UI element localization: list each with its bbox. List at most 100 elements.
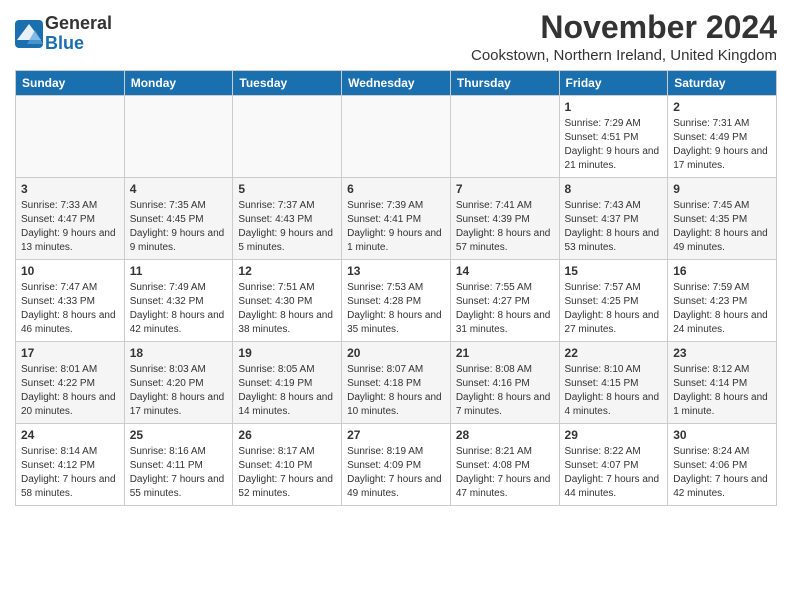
day-number: 23 [673,346,771,360]
calendar-cell [16,96,125,178]
calendar-week-0: 1 Sunrise: 7:29 AM Sunset: 4:51 PM Daylig… [16,96,777,178]
calendar-cell: 16 Sunrise: 7:59 AM Sunset: 4:23 PM Dayli… [668,260,777,342]
calendar-cell: 17 Sunrise: 8:01 AM Sunset: 4:22 PM Dayli… [16,342,125,424]
header-saturday: Saturday [668,71,777,96]
calendar-cell: 27 Sunrise: 8:19 AM Sunset: 4:09 PM Dayli… [342,424,451,506]
day-number: 30 [673,428,771,442]
calendar-cell: 18Sunrise: 8:03 AM Sunset: 4:20 PM Dayli… [124,342,233,424]
logo-blue-text: Blue [45,33,84,53]
day-info: Sunrise: 7:43 AM Sunset: 4:37 PM Dayligh… [565,199,663,255]
day-info: Sunrise: 7:57 AM Sunset: 4:25 PM Dayligh… [565,281,663,337]
day-info: Sunrise: 8:19 AM Sunset: 4:09 PM Dayligh… [347,445,445,501]
day-number: 12 [238,264,336,278]
day-info: Sunrise: 7:49 AM Sunset: 4:32 PM Dayligh… [130,281,228,337]
day-info: Sunrise: 7:35 AM Sunset: 4:45 PM Dayligh… [130,199,228,255]
day-info: Sunrise: 8:22 AM Sunset: 4:07 PM Dayligh… [565,445,663,501]
day-number: 27 [347,428,445,442]
day-number: 22 [565,346,663,360]
page-header: General Blue November 2024 Cookstown, No… [15,10,777,64]
day-number: 8 [565,182,663,196]
calendar-cell: 3 Sunrise: 7:33 AM Sunset: 4:47 PM Daylig… [16,178,125,260]
day-info: Sunrise: 7:55 AM Sunset: 4:27 PM Dayligh… [456,281,554,337]
day-number: 19 [238,346,336,360]
calendar-cell [342,96,451,178]
calendar-header: Sunday Monday Tuesday Wednesday Thursday… [16,71,777,96]
calendar-cell: 20Sunrise: 8:07 AM Sunset: 4:18 PM Dayli… [342,342,451,424]
day-number: 29 [565,428,663,442]
calendar-cell [233,96,342,178]
day-number: 24 [21,428,119,442]
day-number: 7 [456,182,554,196]
day-info: Sunrise: 7:53 AM Sunset: 4:28 PM Dayligh… [347,281,445,337]
day-info: Sunrise: 8:12 AM Sunset: 4:14 PM Dayligh… [673,363,771,419]
location-subtitle: Cookstown, Northern Ireland, United King… [471,47,777,64]
calendar-week-2: 10Sunrise: 7:47 AM Sunset: 4:33 PM Dayli… [16,260,777,342]
day-info: Sunrise: 8:05 AM Sunset: 4:19 PM Dayligh… [238,363,336,419]
calendar-cell: 29 Sunrise: 8:22 AM Sunset: 4:07 PM Dayli… [559,424,668,506]
day-info: Sunrise: 7:45 AM Sunset: 4:35 PM Dayligh… [673,199,771,255]
calendar-cell: 30 Sunrise: 8:24 AM Sunset: 4:06 PM Dayli… [668,424,777,506]
calendar-cell: 2 Sunrise: 7:31 AM Sunset: 4:49 PM Daylig… [668,96,777,178]
day-number: 1 [565,100,663,114]
day-info: Sunrise: 8:10 AM Sunset: 4:15 PM Dayligh… [565,363,663,419]
day-number: 11 [130,264,228,278]
calendar-week-4: 24 Sunrise: 8:14 AM Sunset: 4:12 PM Dayli… [16,424,777,506]
day-number: 16 [673,264,771,278]
day-info: Sunrise: 8:01 AM Sunset: 4:22 PM Dayligh… [21,363,119,419]
day-info: Sunrise: 8:16 AM Sunset: 4:11 PM Dayligh… [130,445,228,501]
day-number: 28 [456,428,554,442]
day-info: Sunrise: 7:33 AM Sunset: 4:47 PM Dayligh… [21,199,119,255]
day-number: 14 [456,264,554,278]
calendar-cell: 15 Sunrise: 7:57 AM Sunset: 4:25 PM Dayli… [559,260,668,342]
day-info: Sunrise: 8:24 AM Sunset: 4:06 PM Dayligh… [673,445,771,501]
logo-general-text: General [45,13,112,33]
day-number: 17 [21,346,119,360]
day-number: 15 [565,264,663,278]
header-thursday: Thursday [450,71,559,96]
day-number: 9 [673,182,771,196]
calendar-cell: 9 Sunrise: 7:45 AM Sunset: 4:35 PM Daylig… [668,178,777,260]
day-info: Sunrise: 7:41 AM Sunset: 4:39 PM Dayligh… [456,199,554,255]
day-info: Sunrise: 8:14 AM Sunset: 4:12 PM Dayligh… [21,445,119,501]
day-number: 13 [347,264,445,278]
day-number: 4 [130,182,228,196]
day-info: Sunrise: 7:31 AM Sunset: 4:49 PM Dayligh… [673,117,771,173]
day-info: Sunrise: 7:29 AM Sunset: 4:51 PM Dayligh… [565,117,663,173]
header-friday: Friday [559,71,668,96]
day-number: 20 [347,346,445,360]
calendar-cell: 5 Sunrise: 7:37 AM Sunset: 4:43 PM Daylig… [233,178,342,260]
calendar-cell: 25Sunrise: 8:16 AM Sunset: 4:11 PM Dayli… [124,424,233,506]
calendar-cell: 4 Sunrise: 7:35 AM Sunset: 4:45 PM Daylig… [124,178,233,260]
calendar-cell: 11 Sunrise: 7:49 AM Sunset: 4:32 PM Dayli… [124,260,233,342]
day-info: Sunrise: 7:37 AM Sunset: 4:43 PM Dayligh… [238,199,336,255]
calendar-cell [124,96,233,178]
logo: General Blue [15,14,112,54]
calendar-cell: 22 Sunrise: 8:10 AM Sunset: 4:15 PM Dayli… [559,342,668,424]
day-number: 2 [673,100,771,114]
calendar-cell: 1 Sunrise: 7:29 AM Sunset: 4:51 PM Daylig… [559,96,668,178]
logo-icon [15,20,43,48]
day-number: 3 [21,182,119,196]
calendar-cell: 26Sunrise: 8:17 AM Sunset: 4:10 PM Dayli… [233,424,342,506]
header-wednesday: Wednesday [342,71,451,96]
day-info: Sunrise: 7:47 AM Sunset: 4:33 PM Dayligh… [21,281,119,337]
calendar-cell: 12 Sunrise: 7:51 AM Sunset: 4:30 PM Dayli… [233,260,342,342]
header-row: Sunday Monday Tuesday Wednesday Thursday… [16,71,777,96]
day-number: 26 [238,428,336,442]
day-info: Sunrise: 8:03 AM Sunset: 4:20 PM Dayligh… [130,363,228,419]
calendar-cell: 8 Sunrise: 7:43 AM Sunset: 4:37 PM Daylig… [559,178,668,260]
day-info: Sunrise: 8:08 AM Sunset: 4:16 PM Dayligh… [456,363,554,419]
day-info: Sunrise: 7:51 AM Sunset: 4:30 PM Dayligh… [238,281,336,337]
header-monday: Monday [124,71,233,96]
title-area: November 2024 Cookstown, Northern Irelan… [471,10,777,64]
calendar-body: 1 Sunrise: 7:29 AM Sunset: 4:51 PM Daylig… [16,96,777,506]
calendar-table: Sunday Monday Tuesday Wednesday Thursday… [15,70,777,506]
day-info: Sunrise: 7:59 AM Sunset: 4:23 PM Dayligh… [673,281,771,337]
calendar-week-1: 3 Sunrise: 7:33 AM Sunset: 4:47 PM Daylig… [16,178,777,260]
day-info: Sunrise: 7:39 AM Sunset: 4:41 PM Dayligh… [347,199,445,255]
calendar-cell [450,96,559,178]
month-title: November 2024 [471,10,777,45]
day-number: 5 [238,182,336,196]
calendar-cell: 23 Sunrise: 8:12 AM Sunset: 4:14 PM Dayli… [668,342,777,424]
day-info: Sunrise: 8:21 AM Sunset: 4:08 PM Dayligh… [456,445,554,501]
